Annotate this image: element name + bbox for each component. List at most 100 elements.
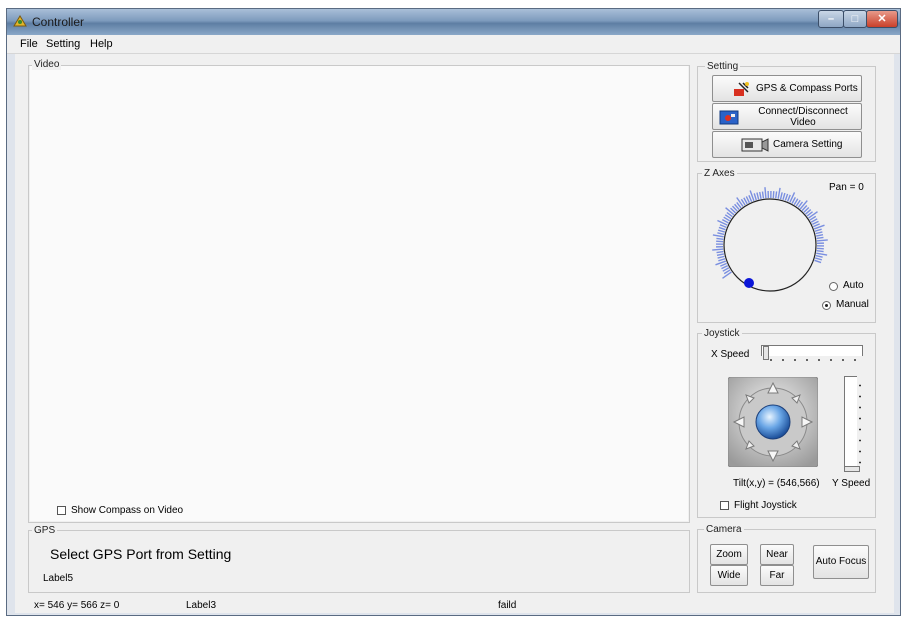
video-area[interactable] — [30, 66, 688, 521]
maximize-icon: □ — [851, 13, 859, 25]
dial-circle — [723, 198, 817, 292]
wide-button[interactable]: Wide — [710, 565, 748, 586]
y-speed-ticks — [859, 380, 861, 468]
close-button[interactable]: ✕ — [866, 10, 898, 28]
auto-label: Auto — [843, 280, 864, 291]
show-compass-checkbox[interactable] — [57, 506, 66, 515]
dial-tick — [815, 254, 823, 258]
camera-icon — [740, 136, 770, 157]
dial-tick — [717, 229, 726, 233]
dial-tick — [718, 226, 726, 231]
auto-radio[interactable] — [829, 282, 838, 291]
maximize-button[interactable]: □ — [843, 10, 867, 28]
x-speed-ticks — [765, 359, 861, 361]
dial-tick — [786, 194, 791, 202]
status-coordinates: x= 546 y= 566 z= 0 — [34, 600, 120, 611]
status-label3: Label3 — [186, 600, 217, 611]
dial-tick — [756, 192, 760, 200]
y-speed-label: Y Speed — [832, 478, 871, 489]
minimize-button[interactable]: – — [818, 10, 844, 28]
gps-message: Select GPS Port from Setting — [50, 546, 232, 562]
dial-tick — [759, 191, 762, 199]
camera-group-label: Camera — [704, 524, 744, 535]
dial-tick — [717, 255, 725, 259]
dial-tick — [808, 211, 818, 219]
dial-tick — [816, 252, 828, 256]
setting-group-label: Setting — [705, 61, 741, 72]
dial-tick — [736, 197, 744, 207]
manual-radio[interactable] — [822, 301, 831, 310]
y-speed-slider[interactable] — [840, 374, 862, 474]
dial-tick — [718, 258, 726, 262]
x-speed-slider[interactable] — [759, 345, 863, 363]
window-title: Controller — [32, 15, 85, 29]
tilt-value: Tilt(x,y) = (546,566) — [733, 478, 820, 489]
dial-tick — [784, 193, 789, 201]
dial-tick — [717, 232, 725, 236]
dial-tick — [775, 191, 778, 199]
dial-tick — [812, 223, 820, 228]
zoom-button[interactable]: Zoom — [710, 544, 748, 565]
joystick-ball[interactable] — [755, 404, 791, 440]
dial-tick — [716, 237, 724, 240]
dial-tick — [816, 236, 824, 240]
manual-label: Manual — [836, 299, 869, 310]
connect-video-label: Connect/Disconnect Video — [758, 105, 848, 128]
x-speed-label: X Speed — [711, 349, 750, 360]
y-speed-track — [844, 376, 857, 472]
dial-tick — [761, 191, 765, 199]
gps-label5: Label5 — [43, 573, 74, 584]
dial-ticks — [712, 187, 828, 279]
z-axes-group-label: Z Axes — [702, 168, 737, 179]
show-compass-label: Show Compass on Video — [71, 505, 184, 516]
dial-tick — [725, 207, 735, 216]
dial-tick — [716, 250, 724, 254]
joystick-group-label: Joystick — [702, 328, 742, 339]
dial-tick — [719, 224, 727, 229]
dial-tick — [722, 271, 732, 279]
menu-bar — [7, 35, 900, 54]
dial-tick — [712, 248, 724, 251]
dial-tick — [814, 257, 823, 261]
menu-setting[interactable]: Setting — [46, 38, 80, 50]
dial-tick — [748, 195, 753, 203]
near-button[interactable]: Near — [760, 544, 794, 565]
dial-tick — [720, 262, 728, 267]
close-icon: ✕ — [877, 13, 887, 25]
dial-tick — [779, 192, 783, 200]
x-speed-track — [761, 345, 863, 356]
auto-focus-button[interactable]: Auto Focus — [813, 545, 869, 579]
flight-joystick-label: Flight Joystick — [734, 500, 797, 511]
flight-joystick-checkbox[interactable] — [720, 501, 729, 510]
x-speed-thumb[interactable] — [763, 346, 769, 360]
satellite-icon — [733, 81, 751, 101]
gps-group-label: GPS — [32, 525, 58, 536]
dial-tick — [753, 193, 757, 201]
gps-compass-ports-button[interactable]: GPS & Compass Ports — [712, 75, 862, 102]
dial-tick — [782, 192, 786, 201]
dial-tick — [716, 253, 724, 256]
dial-tick — [777, 187, 781, 199]
dial-tick — [712, 234, 724, 238]
dial-tick — [764, 187, 767, 199]
y-speed-thumb[interactable] — [844, 466, 860, 472]
dial-tick — [815, 231, 823, 235]
dial-position-marker[interactable] — [744, 278, 754, 288]
camera-setting-label: Camera Setting — [773, 139, 843, 150]
connect-video-button[interactable]: Connect/Disconnect Video — [712, 103, 862, 130]
dial-tick — [816, 239, 828, 242]
dial-tick — [816, 250, 824, 253]
video-group-label: Video — [32, 59, 62, 70]
dial-tick — [814, 228, 822, 232]
far-button[interactable]: Far — [760, 565, 794, 586]
dial-tick — [816, 234, 824, 237]
z-axes-dial[interactable] — [705, 183, 835, 308]
dial-tick — [799, 200, 808, 210]
menu-file[interactable]: File — [20, 38, 38, 50]
joystick-pad[interactable] — [728, 377, 818, 467]
camera-setting-button[interactable]: Camera Setting — [712, 131, 862, 158]
menu-help[interactable]: Help — [90, 38, 113, 50]
minimize-icon: – — [827, 13, 835, 25]
title-bar[interactable] — [7, 9, 900, 35]
dial-tick — [814, 259, 822, 264]
